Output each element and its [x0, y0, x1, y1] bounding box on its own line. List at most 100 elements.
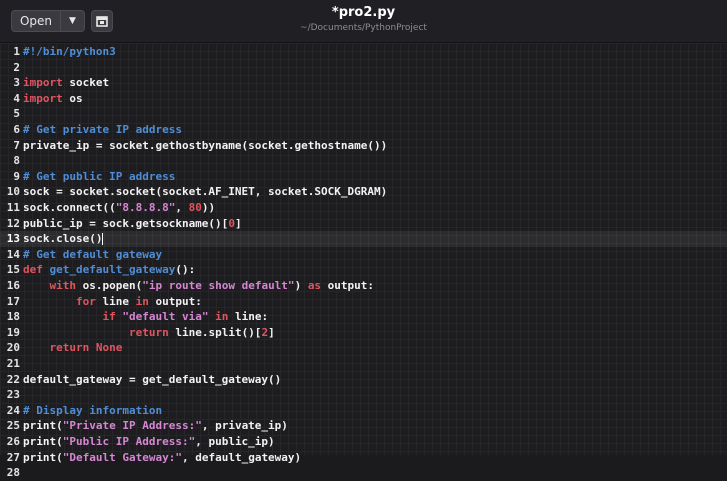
code-token: import: [23, 91, 63, 105]
code-token: import: [23, 76, 63, 90]
code-token: with: [49, 279, 77, 292]
code-line[interactable]: 24 # Display information: [0, 403, 727, 419]
code-token: , default_gateway): [181, 450, 302, 464]
code-token: get_default_gateway: [49, 263, 176, 277]
code-token: sock.close(): [23, 232, 103, 246]
code-line[interactable]: 7 private_ip = socket.gethostbyname(socke…: [0, 138, 727, 154]
code-line[interactable]: 3 import socket: [0, 75, 727, 91]
code-token: for: [75, 294, 96, 308]
code-line[interactable]: 15 def get_default_gateway():: [0, 262, 727, 278]
line-number: 12: [6, 216, 20, 230]
code-token: , private_ip): [201, 419, 288, 433]
code-token: ]: [268, 325, 275, 339]
line-number: 27: [6, 450, 20, 464]
code-line[interactable]: 14 # Get default gateway: [0, 247, 727, 263]
code-line[interactable]: 28: [0, 465, 727, 481]
line-number: 20: [6, 341, 20, 355]
code-token: output:: [148, 294, 202, 308]
code-token: ): [294, 279, 308, 292]
code-token: ():: [175, 263, 196, 277]
code-token: 80: [188, 201, 202, 214]
code-token: ]: [234, 216, 242, 230]
line-number: 16: [6, 279, 20, 292]
code-token: sock = socket.socket(socket.AF_INET, soc…: [23, 185, 388, 199]
line-number: 4: [13, 91, 20, 105]
code-token: ,: [175, 201, 189, 214]
code-line[interactable]: 19 return line.split()[2]: [0, 325, 727, 341]
code-token: 0: [228, 216, 235, 230]
line-number: 9: [13, 169, 20, 183]
code-token: as: [307, 279, 322, 292]
code-line[interactable]: 5: [0, 106, 727, 122]
line-number: 14: [6, 247, 20, 261]
code-token: in: [215, 310, 229, 324]
line-number: 25: [6, 419, 20, 433]
code-token: # Get public IP address: [23, 169, 176, 183]
code-token: def: [23, 263, 43, 277]
code-token: output:: [321, 279, 375, 292]
code-line[interactable]: 17 for line in output:: [0, 294, 727, 310]
code-line[interactable]: 26 print("Public IP Address:", public_ip): [0, 434, 727, 450]
code-token: socket: [62, 76, 110, 90]
code-token: in: [135, 294, 149, 308]
document-path: ~/Documents/PythonProject: [300, 23, 427, 33]
code-token: "default via": [122, 310, 209, 324]
line-number: 11: [6, 201, 20, 214]
code-line[interactable]: 21: [0, 356, 727, 372]
code-line[interactable]: 9 # Get public IP address: [0, 169, 727, 185]
code-line[interactable]: 4 import os: [0, 91, 727, 107]
line-number: 23: [6, 388, 20, 402]
code-token: line: [95, 294, 136, 308]
code-line[interactable]: 10 sock = socket.socket(socket.AF_INET, s…: [0, 184, 727, 200]
code-token: print(: [23, 435, 63, 448]
code-token: )): [201, 201, 216, 214]
code-line[interactable]: 1 #!/bin/python3: [0, 44, 727, 60]
code-line[interactable]: 23: [0, 387, 727, 403]
code-token: "ip route show default": [142, 279, 295, 292]
document-title: *pro2.py: [331, 5, 396, 20]
line-number: 8: [13, 154, 20, 168]
code-line[interactable]: 16 with os.popen("ip route show default"…: [0, 278, 727, 294]
line-number: 2: [13, 60, 20, 74]
line-number: 15: [6, 263, 20, 277]
code-token: line.split()[: [168, 325, 262, 339]
text-cursor: [102, 233, 104, 246]
code-editor[interactable]: 1 #!/bin/python3 2 3 import socket 4 import os…: [0, 43, 727, 479]
line-number: 1: [13, 45, 20, 58]
code-line[interactable]: 2: [0, 60, 727, 76]
code-line[interactable]: 13 sock.close(): [0, 231, 727, 248]
code-token: line:: [228, 310, 269, 324]
code-token: , public_ip): [195, 435, 275, 448]
code-token: default_gateway = get_default_gateway(): [23, 372, 282, 386]
line-number: 28: [6, 466, 20, 480]
line-number: 18: [6, 310, 20, 324]
line-number: 10: [6, 185, 20, 199]
code-line[interactable]: 6 # Get private IP address: [0, 122, 727, 138]
code-token: os: [62, 91, 83, 105]
code-line[interactable]: 8: [0, 153, 727, 169]
line-number: 21: [6, 357, 20, 370]
code-line[interactable]: 12 public_ip = sock.getsockname()[0]: [0, 216, 727, 232]
code-token: private_ip = socket.gethostbyname(socket…: [23, 138, 388, 152]
code-line[interactable]: 11 sock.connect(("8.8.8.8", 80)): [0, 200, 727, 216]
code-line[interactable]: 20 return None: [0, 340, 727, 356]
code-token: if: [102, 310, 116, 324]
code-token: "Private IP Address:": [62, 419, 202, 433]
code-token: print(: [23, 450, 63, 464]
code-token: # Get private IP address: [23, 123, 182, 136]
code-token: return: [128, 325, 169, 339]
code-token: "Public IP Address:": [62, 435, 196, 448]
line-number: 13: [6, 232, 20, 246]
code-line[interactable]: 18 if "default via" in line:: [0, 309, 727, 325]
code-line[interactable]: 22 default_gateway = get_default_gateway(…: [0, 372, 727, 388]
code-token: os.popen(: [76, 279, 143, 292]
code-token: public_ip = sock.getsockname()[: [23, 216, 229, 230]
code-token: # Display information: [23, 403, 163, 417]
code-line[interactable]: 25 print("Private IP Address:", private_i…: [0, 418, 727, 434]
code-token: #!/bin/python3: [23, 45, 116, 58]
code-line[interactable]: 27 print("Default Gateway:", default_gate…: [0, 450, 727, 466]
